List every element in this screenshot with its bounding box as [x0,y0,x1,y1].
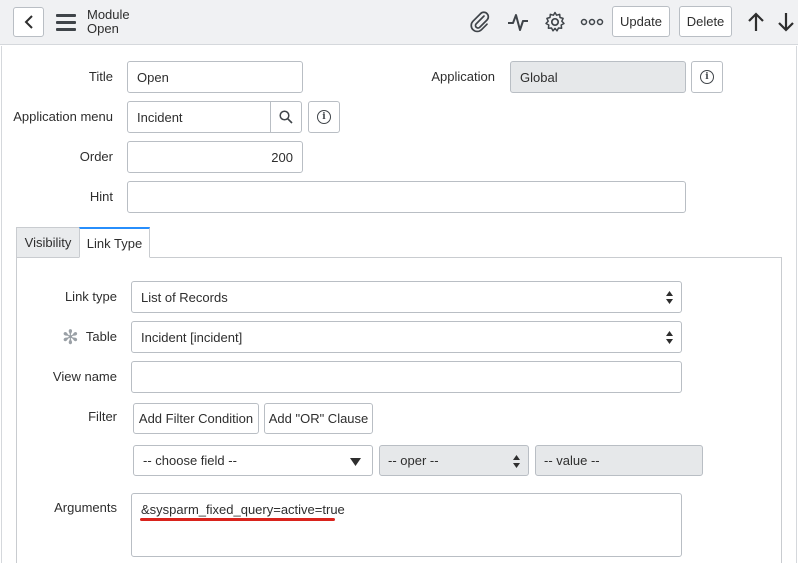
app-menu-field[interactable]: Incident [127,101,271,133]
page-edge-right [796,46,797,563]
application-info-button[interactable]: i [691,61,723,93]
add-filter-condition-button[interactable]: Add Filter Condition [133,403,259,434]
app-menu-label: Application menu [13,109,113,124]
back-icon [24,15,33,29]
arguments-label: Arguments [54,500,117,515]
select-arrows-icon [513,455,520,468]
arrow-down-icon[interactable] [774,9,798,35]
order-label: Order [79,149,113,164]
page-edge [1,46,2,563]
required-icon: ✻ [62,327,79,349]
filter-label: Filter [88,409,117,424]
view-name-label: View name [52,369,117,384]
value-field: -- value -- [535,445,703,476]
app-menu-info-button[interactable]: i [308,101,340,133]
hint-label: Hint [89,189,113,204]
delete-button[interactable]: Delete [679,6,732,37]
add-or-clause-button[interactable]: Add "OR" Clause [264,403,373,434]
application-label: Application [431,69,495,84]
search-icon [279,110,293,124]
table-value: Incident [incident] [141,329,243,345]
annotation-underline [140,518,335,521]
select-arrows-icon [666,291,673,304]
back-button[interactable] [13,7,44,37]
view-name-field[interactable] [131,361,682,393]
link-type-value: List of Records [141,289,228,305]
update-button[interactable]: Update [612,6,670,37]
module-label: Module [87,7,130,22]
menu-icon[interactable] [56,14,76,31]
paperclip-icon[interactable] [467,9,493,35]
arrow-up-icon[interactable] [743,9,769,35]
hint-field[interactable] [127,181,686,213]
chevron-down-icon [350,458,361,466]
choose-field-select[interactable]: -- choose field -- [133,445,373,476]
more-icon[interactable] [579,9,605,35]
tab-visibility[interactable]: Visibility [16,227,80,258]
title-field[interactable]: Open [127,61,303,93]
link-type-select[interactable]: List of Records [131,281,682,313]
table-select[interactable]: Incident [incident] [131,321,682,353]
app-menu-lookup-button[interactable] [270,101,302,133]
choose-field-value: -- choose field -- [143,453,237,468]
activity-icon[interactable] [505,9,531,35]
table-label: Table [85,329,117,344]
tab-link-type[interactable]: Link Type [79,227,150,258]
record-name: Open [87,21,119,36]
info-icon: i [317,110,331,124]
link-type-label: Link type [64,289,117,304]
select-arrows-icon [666,331,673,344]
application-field: Global [510,61,686,93]
record-title: Module Open [87,8,130,36]
operator-value: -- oper -- [388,453,439,468]
arguments-field[interactable]: &sysparm_fixed_query=active=true [131,493,682,557]
gear-icon[interactable] [542,9,568,35]
operator-select: -- oper -- [379,445,529,476]
title-label: Title [88,69,113,84]
form-header: Module Open Update Delete [0,0,798,45]
info-icon: i [700,70,714,84]
order-field[interactable]: 200 [127,141,303,173]
